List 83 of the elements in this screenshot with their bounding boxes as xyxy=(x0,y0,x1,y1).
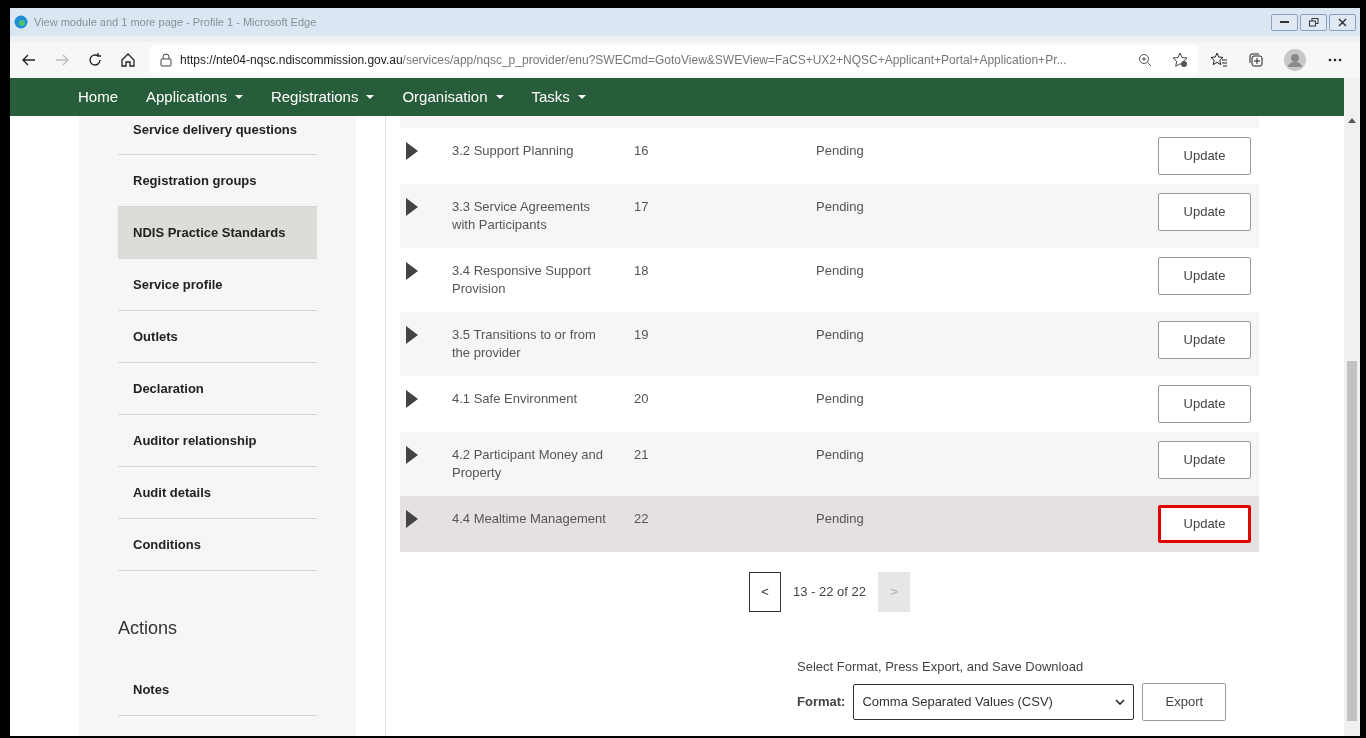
table-cell-text: 20 xyxy=(634,390,650,408)
expand-arrow-icon[interactable] xyxy=(406,446,418,464)
nav-menu-item[interactable]: Applications xyxy=(146,85,243,109)
close-icon xyxy=(1338,17,1347,27)
actions-heading: Actions xyxy=(118,617,179,640)
table-cell-text: 22 xyxy=(634,510,650,528)
table-cell: Pending xyxy=(816,142,864,160)
sidebar-item[interactable]: Audit details xyxy=(118,467,317,518)
chevron-down-icon xyxy=(1115,698,1126,705)
table-cell-text: 3.4 Responsive Support Provision xyxy=(452,262,592,298)
sidebar-item[interactable]: Declaration xyxy=(118,363,317,414)
table-cell-text: 3.3 Service Agreements with Participants xyxy=(452,198,592,234)
nav-menu-item[interactable]: Tasks xyxy=(531,85,586,109)
collections-icon[interactable] xyxy=(1248,52,1264,68)
table-row[interactable]: 4.4 Mealtime Management 22 Pending Update xyxy=(400,496,1259,552)
expand-arrow-icon[interactable] xyxy=(406,262,418,280)
table-cell-text: 17 xyxy=(634,198,650,216)
table-cell: Pending xyxy=(816,390,864,408)
table-cell: Pending xyxy=(816,510,864,528)
sidebar-item[interactable]: Notes xyxy=(118,664,317,715)
table-cell-text: 3.2 Support Planning xyxy=(452,142,575,160)
table-cell: Pending xyxy=(816,326,864,344)
home-icon[interactable] xyxy=(120,52,136,68)
sidebar-item[interactable]: Registration groups xyxy=(118,155,317,206)
sidebar-item[interactable]: Service profile xyxy=(118,259,317,310)
zoom-icon[interactable] xyxy=(1138,53,1152,67)
table-cell-text: 4.1 Safe Environment xyxy=(452,390,579,408)
expand-arrow-icon[interactable] xyxy=(406,326,418,344)
scrollbar[interactable] xyxy=(1344,78,1360,736)
format-dropdown[interactable]: Comma Separated Values (CSV) xyxy=(853,683,1135,720)
table-row[interactable]: 3.5 Transitions to or from the provider 19 Pending Update xyxy=(400,312,1259,376)
update-button[interactable]: Update xyxy=(1158,257,1251,295)
restore-icon xyxy=(1308,17,1319,27)
browser-logo-icon xyxy=(14,15,28,29)
expand-arrow-icon[interactable] xyxy=(406,390,418,408)
nav-menu-item[interactable]: Home xyxy=(78,85,118,109)
export-button[interactable]: Export xyxy=(1142,682,1227,721)
table-cell-text: 16 xyxy=(634,142,650,160)
table-cell-text: 21 xyxy=(634,446,650,464)
minimize-button[interactable] xyxy=(1271,13,1298,31)
refresh-icon[interactable] xyxy=(87,52,103,68)
table-row[interactable]: 3.3 Service Agreements with Participants 17 Pending Update xyxy=(400,184,1259,248)
favorite-add-icon[interactable] xyxy=(1172,52,1188,68)
restore-button[interactable] xyxy=(1300,13,1327,31)
update-button[interactable]: Update xyxy=(1158,505,1251,543)
nav-menu-item[interactable]: Organisation xyxy=(402,85,504,109)
export-instruction: Select Format, Press Export, and Save Download xyxy=(797,658,1085,676)
back-icon[interactable] xyxy=(21,52,37,68)
scroll-up-arrow-icon[interactable] xyxy=(1348,118,1356,123)
profile-avatar-icon[interactable] xyxy=(1284,49,1306,71)
close-button[interactable] xyxy=(1329,13,1356,31)
expand-arrow-icon[interactable] xyxy=(406,510,418,528)
more-icon[interactable] xyxy=(1328,58,1342,62)
format-label: Format: xyxy=(797,692,846,711)
table-cell: Pending xyxy=(816,198,864,216)
update-button[interactable]: Update xyxy=(1158,385,1251,423)
table-cell: Pending xyxy=(816,262,864,280)
table-cell-text: 4.4 Mealtime Management xyxy=(452,510,607,528)
expand-arrow-icon[interactable] xyxy=(406,198,418,216)
url-text: https://nte04-nqsc.ndiscommission.gov.au/services/app/nqsc_p_provider/enu?SWECmd=GotoView&SWEView=FaCS+UX2+NQSC+Applicant+Portal+Application+Pr... xyxy=(180,52,1067,69)
sidebar-item[interactable]: Outlets xyxy=(118,311,317,362)
table-cell-text: 18 xyxy=(634,262,650,280)
address-bar[interactable]: https://nte04-nqsc.ndiscommission.gov.au/services/app/nqsc_p_provider/enu?SWECmd=GotoView&SWEView=FaCS+UX2+NQSC+Applicant+Portal+Application+Pr... xyxy=(150,45,1198,75)
favorites-icon[interactable] xyxy=(1210,52,1228,68)
sidebar-item[interactable]: Conditions xyxy=(118,519,317,570)
table-cell-text: 4.2 Participant Money and Property xyxy=(452,446,605,482)
minimize-icon xyxy=(1280,20,1289,24)
lock-icon xyxy=(160,53,172,67)
update-button[interactable]: Update xyxy=(1158,441,1251,479)
update-button[interactable]: Update xyxy=(1158,193,1251,231)
previous-page-button[interactable]: < xyxy=(749,572,781,612)
sidebar-item[interactable]: Auditor relationship xyxy=(118,415,317,466)
update-button[interactable]: Update xyxy=(1158,137,1251,175)
table-cell-text: 3.5 Transitions to or from the provider xyxy=(452,326,597,362)
expand-arrow-icon[interactable] xyxy=(406,142,418,160)
window-title: View module and 1 more page - Profile 1 - Microsoft Edge xyxy=(34,14,317,30)
nav-menu-item[interactable]: Registrations xyxy=(270,85,375,109)
table-cell: Pending xyxy=(816,446,864,464)
sidebar-item[interactable]: Service delivery questions xyxy=(118,116,317,154)
table-cell-text: 19 xyxy=(634,326,650,344)
table-row[interactable]: 4.2 Participant Money and Property 21 Pending Update xyxy=(400,432,1259,496)
update-button[interactable]: Update xyxy=(1158,321,1251,359)
pagination-range: 13 - 22 of 22 xyxy=(793,583,866,602)
